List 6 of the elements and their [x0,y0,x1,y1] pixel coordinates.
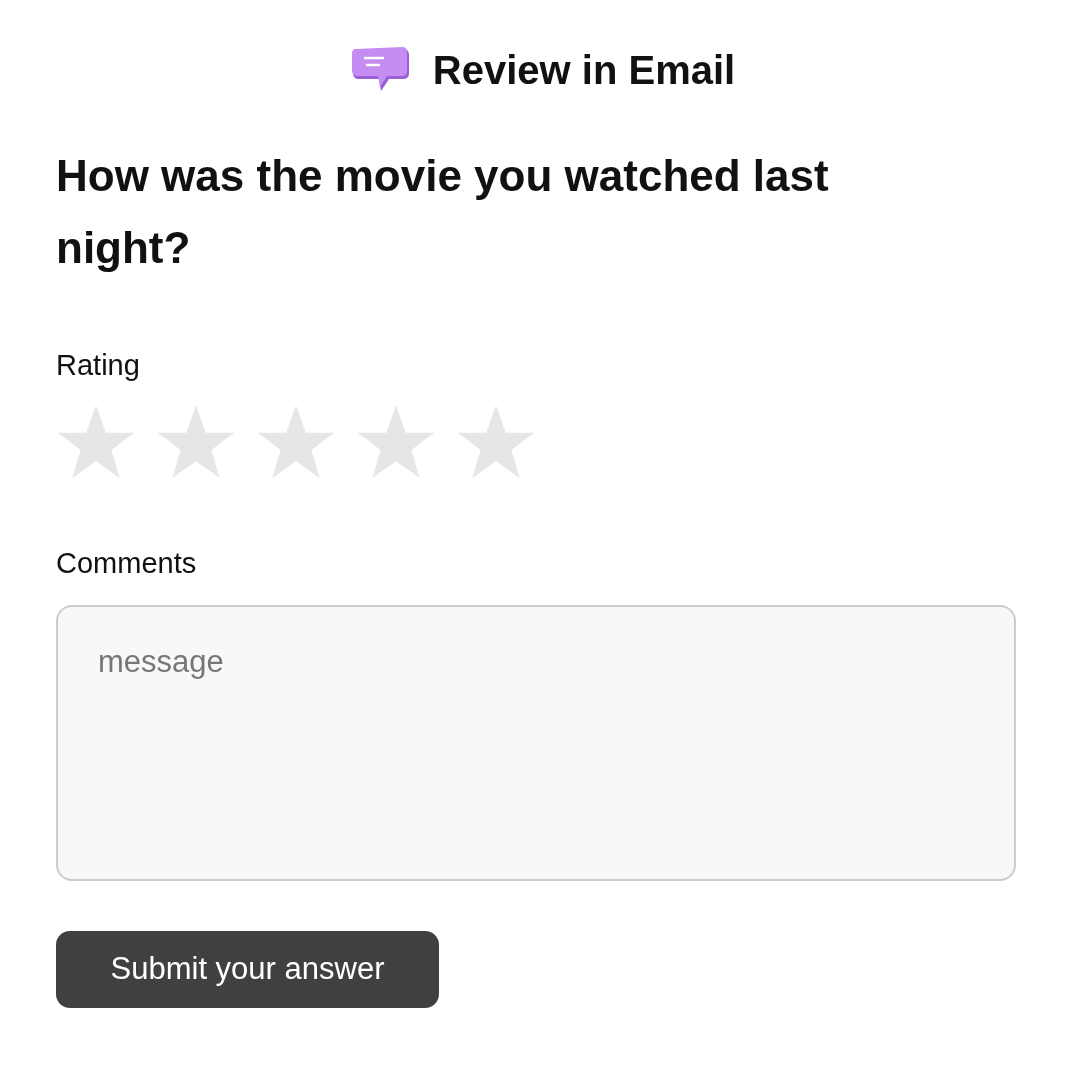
submit-button[interactable]: Submit your answer [56,931,439,1008]
app-title: Review in Email [432,47,736,94]
rating-label: Rating [56,348,141,383]
comments-label: Comments [56,545,198,581]
question-heading: How was the movie you watched last night? [56,150,830,274]
comments-field[interactable]: message [56,605,1016,881]
